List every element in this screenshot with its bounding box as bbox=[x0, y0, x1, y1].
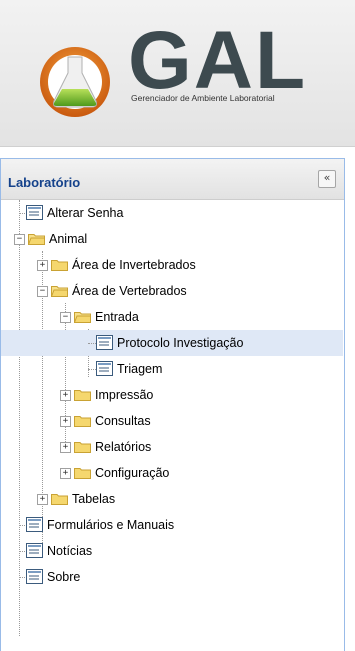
folder-open-icon bbox=[74, 312, 91, 323]
document-icon bbox=[26, 543, 43, 558]
expand-toggle-icon[interactable]: + bbox=[37, 494, 48, 505]
expand-toggle-icon[interactable]: + bbox=[60, 468, 71, 479]
document-icon bbox=[26, 517, 43, 532]
tree-item-sobre[interactable]: Sobre bbox=[1, 564, 343, 590]
tree-item-label: Tabelas bbox=[72, 492, 116, 506]
tree-item-impressao[interactable]: + Impressão bbox=[1, 382, 343, 408]
tree-item-label: Área de Vertebrados bbox=[72, 284, 187, 298]
folder-icon bbox=[74, 468, 91, 479]
expand-toggle-icon[interactable]: + bbox=[60, 442, 71, 453]
collapse-toggle-icon[interactable]: − bbox=[37, 286, 48, 297]
tree-item-label: Configuração bbox=[95, 466, 170, 480]
expand-toggle-icon[interactable]: + bbox=[37, 260, 48, 271]
expand-toggle-icon[interactable]: + bbox=[60, 416, 71, 427]
folder-icon bbox=[51, 260, 68, 271]
tree-item-label: Triagem bbox=[117, 362, 163, 376]
tree-item-label: Consultas bbox=[95, 414, 151, 428]
tree-item-label: Alterar Senha bbox=[47, 206, 124, 220]
tree-item-label: Notícias bbox=[47, 544, 93, 558]
tree-item-entrada[interactable]: − Entrada bbox=[1, 304, 343, 330]
tree-item-label: Animal bbox=[49, 232, 88, 246]
tree-item-label: Protocolo Investigação bbox=[117, 336, 244, 350]
svg-text:GAL: GAL bbox=[128, 22, 307, 102]
tree-item-label: Relatórios bbox=[95, 440, 152, 454]
panel-header: Laboratório « bbox=[1, 159, 344, 200]
tree-item-noticias[interactable]: Notícias bbox=[1, 538, 343, 564]
tree-item-alterar-senha[interactable]: Alterar Senha bbox=[1, 200, 343, 226]
app-header: GAL Gerenciador de Ambiente Laboratorial bbox=[0, 0, 355, 147]
tree-item-protocolo-investigacao[interactable]: Protocolo Investigação bbox=[1, 330, 343, 356]
tree-item-label: Área de Invertebrados bbox=[72, 258, 196, 272]
collapse-toggle-icon[interactable]: − bbox=[14, 234, 25, 245]
tree-item-consultas[interactable]: + Consultas bbox=[1, 408, 343, 434]
document-icon bbox=[96, 335, 113, 350]
folder-icon bbox=[74, 416, 91, 427]
folder-open-icon bbox=[51, 286, 68, 297]
folder-icon bbox=[74, 442, 91, 453]
document-icon bbox=[96, 361, 113, 376]
tree-item-label: Formulários e Manuais bbox=[47, 518, 175, 532]
folder-icon bbox=[74, 390, 91, 401]
tree-item-label: Sobre bbox=[47, 570, 81, 584]
folder-open-icon bbox=[28, 234, 45, 245]
panel-title: Laboratório bbox=[8, 175, 81, 190]
lab-flask-logo-icon bbox=[40, 47, 110, 117]
tree-item-tabelas[interactable]: + Tabelas bbox=[1, 486, 343, 512]
tree-item-animal[interactable]: − Animal bbox=[1, 226, 343, 252]
document-icon bbox=[26, 205, 43, 220]
tree-item-label: Impressão bbox=[95, 388, 154, 402]
collapse-toggle-icon[interactable]: − bbox=[60, 312, 71, 323]
document-icon bbox=[26, 569, 43, 584]
tree-item-formularios-manuais[interactable]: Formulários e Manuais bbox=[1, 512, 343, 538]
tree-item-configuracao[interactable]: + Configuração bbox=[1, 460, 343, 486]
logo-subtitle: Gerenciador de Ambiente Laboratorial bbox=[131, 93, 275, 103]
collapse-panel-button[interactable]: « bbox=[318, 170, 336, 188]
tree-item-area-vertebrados[interactable]: − Área de Vertebrados bbox=[1, 278, 343, 304]
tree-item-relatorios[interactable]: + Relatórios bbox=[1, 434, 343, 460]
expand-toggle-icon[interactable]: + bbox=[60, 390, 71, 401]
gal-logo-wordmark: GAL bbox=[128, 22, 307, 102]
laboratorio-panel: Laboratório « Alterar Senha − Animal + Á… bbox=[0, 158, 345, 651]
folder-icon bbox=[51, 494, 68, 505]
tree-item-triagem[interactable]: Triagem bbox=[1, 356, 343, 382]
tree-item-label: Entrada bbox=[95, 310, 139, 324]
tree-item-area-invertebrados[interactable]: + Área de Invertebrados bbox=[1, 252, 343, 278]
